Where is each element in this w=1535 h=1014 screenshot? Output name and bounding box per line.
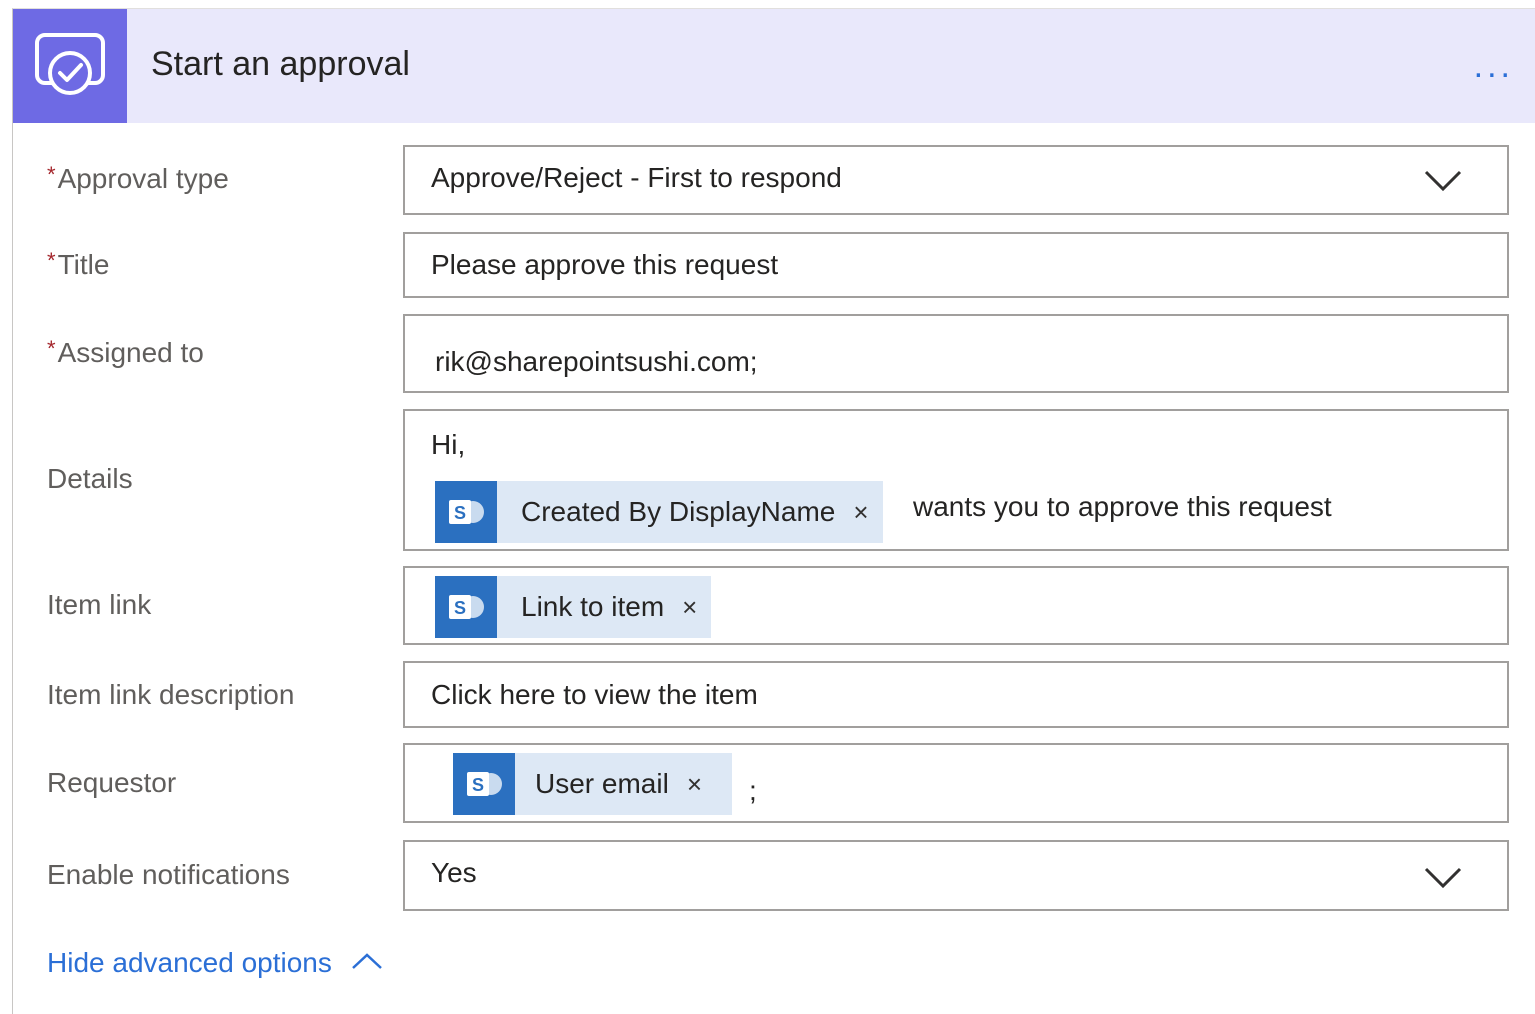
dynamic-content-token[interactable]: S Link to item × (435, 576, 712, 638)
hide-advanced-options-link[interactable]: Hide advanced options (47, 947, 384, 979)
required-marker: * (47, 336, 56, 361)
details-line1: Hi, (431, 429, 466, 460)
approval-type-value: Approve/Reject - First to respond (431, 162, 842, 193)
approval-type-dropdown[interactable]: Approve/Reject - First to respond (403, 145, 1509, 215)
chevron-down-icon (1424, 170, 1462, 192)
title-value: Please approve this request (431, 249, 779, 280)
dynamic-content-token[interactable]: S User email × (453, 753, 732, 815)
remove-token-button[interactable]: × (682, 592, 697, 623)
approval-type-label: *Approval type (47, 162, 229, 195)
sharepoint-icon: S (435, 481, 497, 543)
action-header[interactable]: Start an approval ... (13, 9, 1535, 123)
requestor-label: Requestor (47, 767, 177, 798)
details-label: Details (47, 463, 133, 494)
title-label: *Title (47, 248, 110, 281)
more-options-button[interactable]: ... (1474, 47, 1514, 86)
sharepoint-icon: S (435, 576, 497, 638)
chevron-up-icon (351, 952, 382, 969)
approval-action-card: Start an approval ... *Approval type App… (12, 8, 1535, 1014)
required-marker: * (47, 248, 56, 273)
approval-icon (13, 9, 127, 123)
hide-advanced-options-label: Hide advanced options (47, 947, 332, 978)
remove-token-button[interactable]: × (687, 769, 702, 800)
svg-text:S: S (472, 775, 484, 795)
item-link-label: Item link (47, 589, 152, 620)
details-input[interactable]: Hi, S Created By DisplayName × wants you… (403, 409, 1509, 551)
token-label: Created By DisplayName (521, 496, 836, 527)
sharepoint-icon: S (453, 753, 515, 815)
item-link-input[interactable]: S Link to item × (403, 566, 1509, 645)
enable-notifications-dropdown[interactable]: Yes (403, 840, 1509, 911)
remove-token-button[interactable]: × (853, 497, 868, 528)
assigned-to-label-text: Assigned to (57, 337, 204, 368)
title-input[interactable]: Please approve this request (403, 232, 1509, 298)
item-link-description-input[interactable]: Click here to view the item (403, 661, 1509, 728)
token-label: User email (535, 768, 669, 799)
requestor-input[interactable]: S User email × ; (403, 743, 1509, 823)
action-title: Start an approval (151, 45, 410, 83)
assigned-to-value: rik@sharepointsushi.com; (435, 346, 758, 377)
svg-text:S: S (454, 598, 466, 618)
details-trailing-text: wants you to approve this request (913, 491, 1332, 522)
assigned-to-label: *Assigned to (47, 336, 204, 369)
assigned-to-input[interactable]: rik@sharepointsushi.com; (403, 314, 1509, 393)
dynamic-content-token[interactable]: S Created By DisplayName × (435, 481, 883, 543)
token-label: Link to item (521, 591, 665, 622)
item-link-description-label: Item link description (47, 679, 295, 710)
enable-notifications-label: Enable notifications (47, 859, 290, 890)
item-link-description-value: Click here to view the item (431, 679, 758, 710)
chevron-down-icon (1424, 867, 1462, 889)
required-marker: * (47, 162, 56, 187)
requestor-trailing-text: ; (749, 775, 757, 806)
approval-type-label-text: Approval type (57, 163, 229, 194)
title-label-text: Title (57, 249, 110, 280)
svg-text:S: S (454, 503, 466, 523)
enable-notifications-value: Yes (431, 857, 477, 888)
